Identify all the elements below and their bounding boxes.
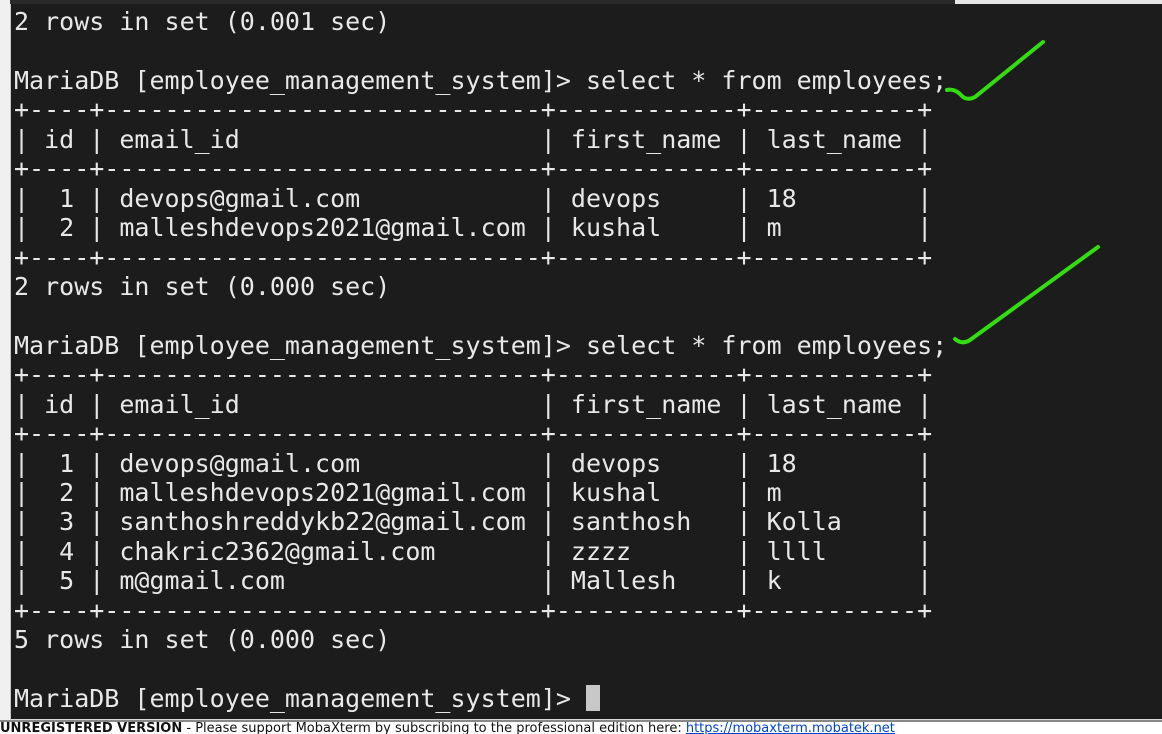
table-header: | id | email_id | first_name | last_name… [14,124,933,154]
table-border: +----+-----------------------------+----… [14,95,933,125]
sql-command-line: MariaDB [employee_management_system]> se… [14,65,948,95]
table-border: +----+-----------------------------+----… [14,595,933,625]
table-border: +----+-----------------------------+----… [14,360,933,390]
table-border: +----+-----------------------------+----… [14,242,933,272]
result-summary: 2 rows in set (0.000 sec) [14,271,391,301]
result-summary: 5 rows in set (0.000 sec) [14,625,391,655]
table-row: | 2 | malleshdevops2021@gmail.com | kush… [14,478,933,507]
table-border: +----+-----------------------------+----… [14,419,933,449]
sql-command-line: MariaDB [employee_management_system]> se… [14,330,948,360]
banner-link[interactable]: https://mobaxterm.mobatek.net [686,722,895,734]
left-panel-edge [0,0,11,720]
table-header: | id | email_id | first_name | last_name… [14,389,933,419]
table-row: | 1 | devops@gmail.com | devops | 18 | [14,448,933,478]
banner-text: - Please support MobaXterm by subscribin… [182,721,686,734]
result-summary: 2 rows in set (0.001 sec) [14,7,391,36]
terminal-output: 2 rows in set (0.001 sec) MariaDB [employ… [14,7,947,714]
table-row: | 4 | chakric2362@gmail.com | zzzz | lll… [14,536,933,566]
terminal-window[interactable]: 2 rows in set (0.001 sec) MariaDB [employ… [11,4,1162,719]
banner-label: UNREGISTERED VERSION [0,721,183,734]
table-row: | 1 | devops@gmail.com | devops | 18 | [14,183,933,213]
terminal-cursor [585,685,600,712]
table-row: | 2 | malleshdevops2021@gmail.com | kush… [14,213,933,243]
table-border: +----+-----------------------------+----… [14,154,933,184]
table-row: | 3 | santhoshreddykb22@gmail.com | sant… [14,507,933,537]
table-row: | 5 | m@gmail.com | Mallesh | k | [14,566,933,596]
prompt-line: MariaDB [employee_management_system]> [14,684,947,713]
